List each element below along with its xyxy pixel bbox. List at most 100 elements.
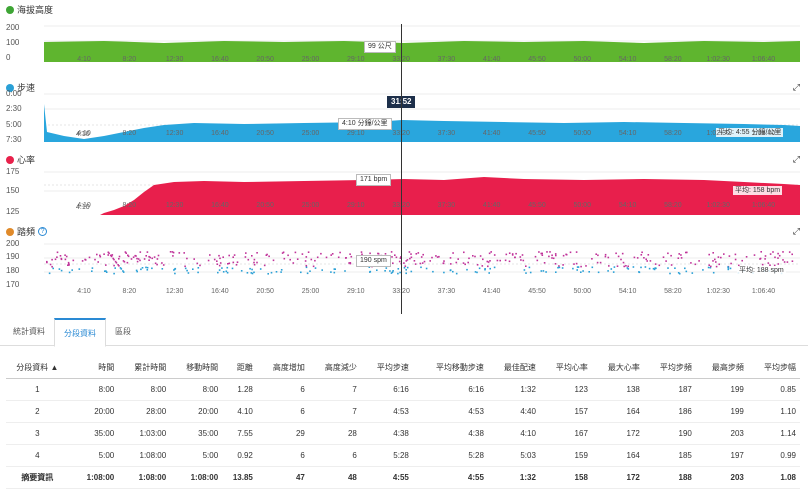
cadence-point <box>685 251 687 254</box>
tab-laps[interactable]: 分段資料 <box>54 318 106 347</box>
table-row[interactable]: 4 5:00 1:08:00 5:00 0.92 6 6 5:28 5:28 5:03 159 164… <box>6 444 800 467</box>
cadence-point <box>178 252 181 254</box>
table-row[interactable]: 1 8:00 8:00 8:00 1.28 6 7 6:16 6:16 1:32 123 138 187… <box>6 378 800 401</box>
cadence-point <box>783 261 786 263</box>
x-tick-label: 12:30 <box>165 56 184 63</box>
cadence-point <box>644 266 647 268</box>
summary-cell: 48 <box>308 465 361 489</box>
x-tick-label: 54:10 <box>618 56 637 63</box>
table-cell: 8:00 <box>72 378 119 401</box>
x-tick-label: 12:30 <box>165 288 184 295</box>
table-cell: 185 <box>643 444 696 467</box>
x-tick-label: 29:10 <box>347 202 365 209</box>
x-tick-label: 20:50 <box>256 130 274 137</box>
x-tick-label: 4:10 <box>77 130 91 137</box>
column-header: 移動時間 <box>170 358 223 379</box>
cadence-point <box>543 262 546 264</box>
table-cell: 172 <box>591 422 644 445</box>
cadence-point <box>139 259 141 262</box>
heart-rate-average-label: 平均: 158 bpm <box>733 186 783 195</box>
table-cell: 5:00 <box>170 444 223 467</box>
cadence-point <box>280 269 283 271</box>
cadence-point <box>667 252 669 255</box>
cadence-point <box>499 259 501 262</box>
cadence-point <box>449 269 452 272</box>
cadence-point <box>161 268 164 270</box>
table-cell: 164 <box>591 400 644 423</box>
cadence-point <box>64 258 67 261</box>
cadence-point <box>443 260 445 262</box>
cadence-point <box>130 258 133 260</box>
cadence-point <box>551 257 553 259</box>
cadence-plot[interactable] <box>44 242 800 286</box>
cadence-point <box>488 252 491 255</box>
cadence-point <box>698 260 700 262</box>
cadence-point <box>431 256 433 259</box>
cadence-point <box>349 262 352 265</box>
table-cell: 1:08:00 <box>118 444 171 467</box>
cadence-point <box>772 251 774 253</box>
cadence-point <box>438 255 440 258</box>
cadence-point <box>314 267 317 269</box>
cadence-point <box>281 252 284 254</box>
altitude-plot[interactable] <box>44 20 800 62</box>
cadence-point <box>408 251 411 253</box>
tab-statistics[interactable]: 統計資料 <box>4 318 54 346</box>
cadence-point <box>734 258 737 261</box>
heart-rate-plot[interactable] <box>44 170 800 215</box>
cadence-point <box>105 271 108 273</box>
pace-plot[interactable] <box>44 92 800 142</box>
help-icon[interactable]: ? <box>38 227 48 236</box>
cadence-point <box>310 258 313 261</box>
cadence-point <box>88 256 91 259</box>
summary-cell: 摘要資訊 <box>6 465 73 489</box>
cadence-point <box>523 269 526 271</box>
cadence-point <box>528 266 531 269</box>
cadence-point <box>715 261 717 263</box>
table-cell: 4:53 <box>360 400 413 423</box>
altitude-ylabel-200: 200 <box>6 23 20 32</box>
tab-bar: 統計資料 分段資料 區段 <box>0 318 808 347</box>
cadence-point <box>244 256 247 258</box>
cadence-point <box>151 267 153 270</box>
table-cell: 1 <box>6 378 73 401</box>
table-cell: 1.14 <box>747 422 800 445</box>
cadence-point <box>64 254 66 256</box>
cadence-point <box>627 265 629 268</box>
cadence-point <box>674 267 676 269</box>
x-tick-label: 37:30 <box>437 288 456 295</box>
cadence-point <box>777 252 779 255</box>
cadence-point <box>463 251 465 254</box>
cadence-point <box>240 270 243 272</box>
cadence-point <box>385 267 388 269</box>
table-row[interactable]: 2 20:00 28:00 20:00 4.10 6 7 4:53 4:53 4:40 157 164… <box>6 400 800 423</box>
cadence-point <box>561 267 564 269</box>
cadence-title: 踏頻? <box>6 225 48 238</box>
tab-segments[interactable]: 區段 <box>106 318 140 346</box>
column-header[interactable]: 分段資料 ▲ <box>6 358 73 379</box>
cadence-point <box>410 256 413 259</box>
cadence-point <box>576 266 579 268</box>
cadence-point <box>68 271 71 274</box>
cadence-expand-icon[interactable]: ⤢ <box>793 226 800 237</box>
cadence-point <box>449 257 452 259</box>
cadence-point <box>218 269 221 271</box>
cadence-point <box>404 265 407 267</box>
cadence-point <box>184 267 187 270</box>
table-row[interactable]: 3 35:00 1:03:00 35:00 7.55 29 28 4:38 4:38 4:10 16… <box>6 422 800 445</box>
cadence-point <box>576 269 578 271</box>
heart-rate-expand-icon[interactable]: ⤢ <box>793 154 800 165</box>
cadence-point <box>727 268 730 271</box>
x-tick-label: 16:40 <box>211 56 229 63</box>
cadence-point <box>423 260 426 263</box>
cadence-point <box>331 253 334 255</box>
table-cell: 7.55 <box>222 422 257 445</box>
cadence-point <box>728 255 731 257</box>
cadence-point <box>496 259 499 262</box>
cadence-point <box>309 270 311 272</box>
table-cell: 1:32 <box>487 378 540 401</box>
column-header: 平均移動步速 <box>412 358 488 379</box>
table-cell: 4:40 <box>487 400 540 423</box>
cadence-point <box>514 256 516 259</box>
cadence-point <box>67 264 69 266</box>
